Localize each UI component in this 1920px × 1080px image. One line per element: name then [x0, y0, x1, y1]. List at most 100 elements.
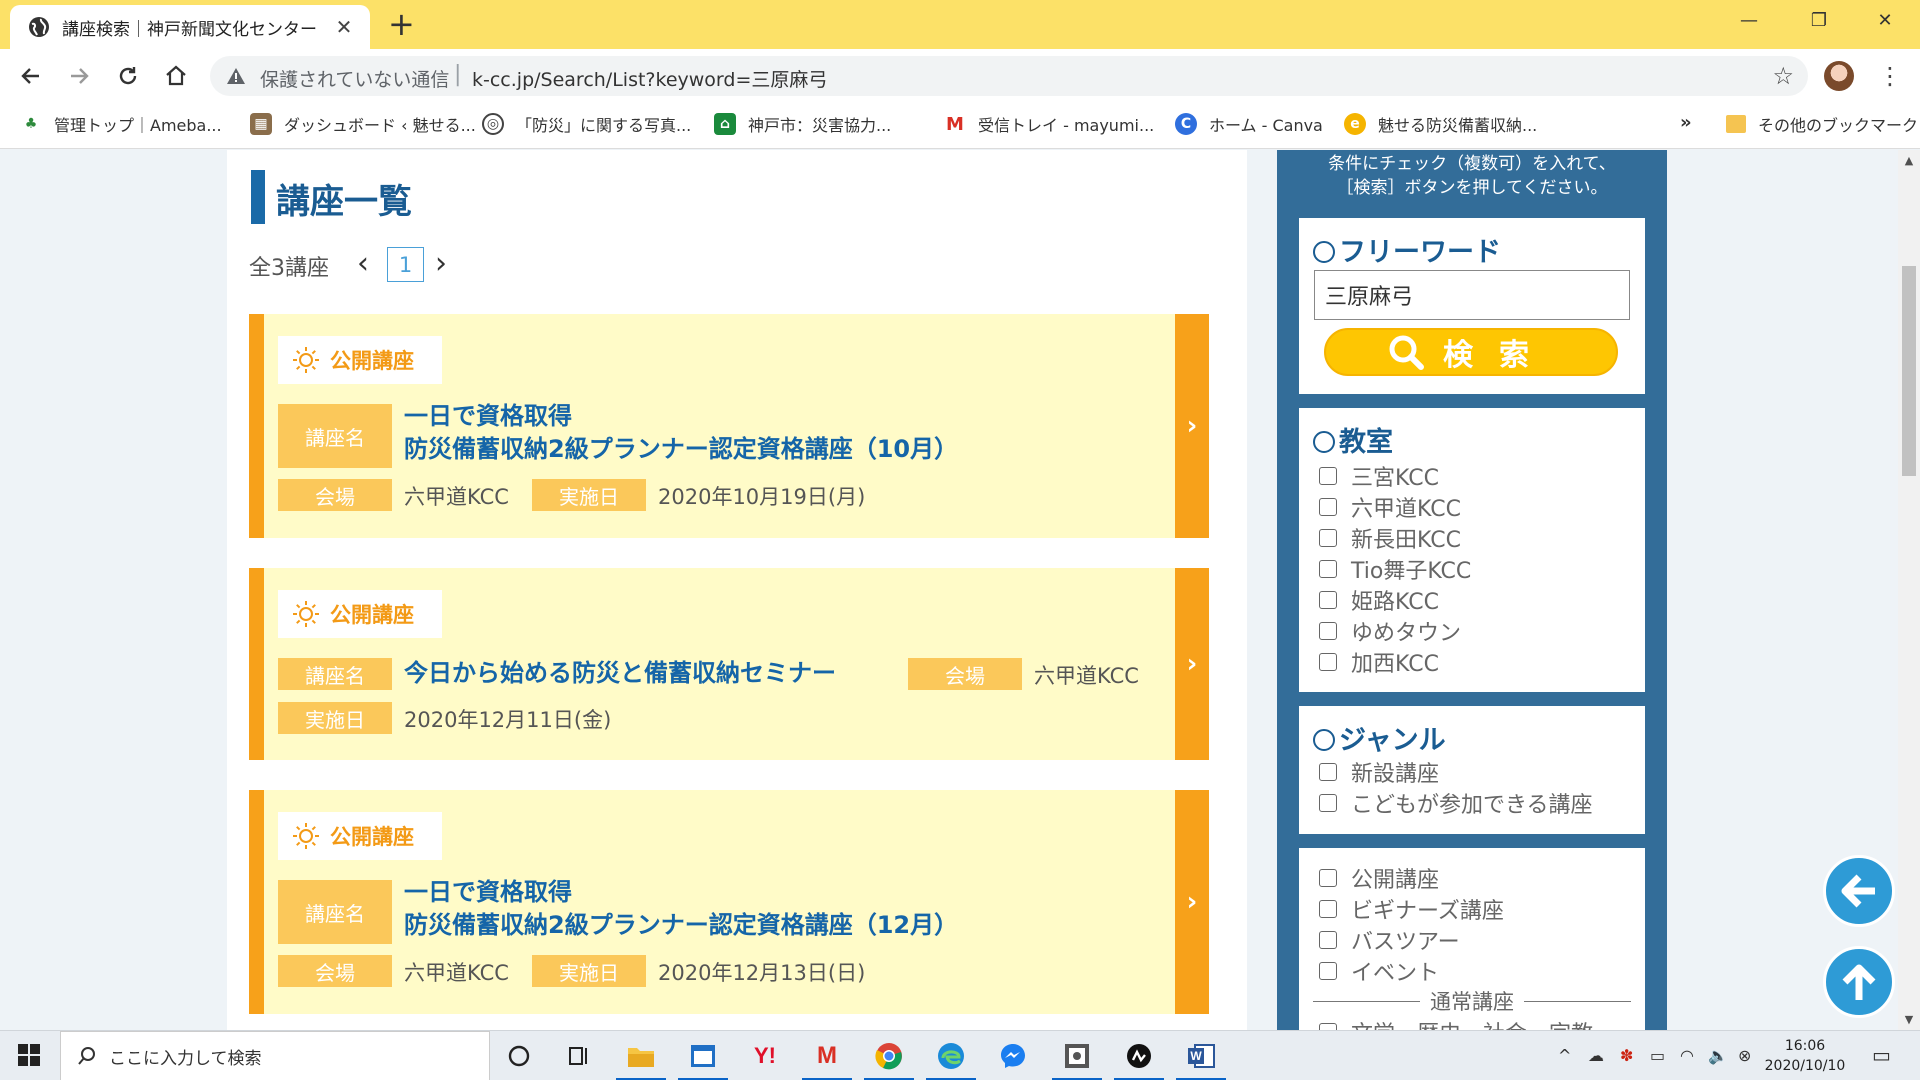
checkbox[interactable] — [1319, 560, 1337, 578]
windows-start-icon[interactable] — [18, 1044, 40, 1066]
profile-avatar[interactable] — [1824, 61, 1854, 91]
more-bookmarks-button[interactable]: » — [1680, 112, 1692, 133]
restore-button[interactable]: ❐ — [1786, 0, 1852, 40]
checkbox-event[interactable]: イベント — [1319, 955, 1439, 987]
course-title[interactable]: 一日で資格取得 防災備蓄収納2級プランナー認定資格講座（10月） — [404, 400, 958, 466]
speaker-icon[interactable]: 🔈 — [1708, 1046, 1728, 1065]
task-view-icon[interactable] — [562, 1039, 596, 1073]
address-bar[interactable]: 保護されていない通信 | k-cc.jp/Search/List?keyword… — [210, 56, 1808, 96]
course-card[interactable]: 公開講座 講座名 一日で資格取得 防災備蓄収納2級プランナー認定資格講座（12月… — [249, 790, 1209, 1014]
chevron-right-icon[interactable]: › — [1175, 790, 1209, 1014]
onedrive-icon[interactable]: ☁ — [1588, 1046, 1604, 1065]
snipping-tool-icon[interactable] — [1052, 1039, 1102, 1080]
checkbox-new-course[interactable]: 新設講座 — [1319, 756, 1439, 788]
bookmark-dashboard[interactable]: ▦ ダッシュボード ‹ 魅せる... — [250, 112, 476, 136]
course-title[interactable]: 今日から始める防災と備蓄収納セミナー — [404, 657, 836, 690]
edge-icon[interactable] — [926, 1039, 976, 1080]
checkbox[interactable] — [1319, 653, 1337, 671]
wifi-icon[interactable]: ◠ — [1680, 1046, 1694, 1065]
checkbox[interactable] — [1319, 763, 1337, 781]
browser-tab-active[interactable]: 講座検索｜神戸新聞文化センター ✕ — [10, 5, 370, 49]
word-icon[interactable]: W — [1176, 1039, 1226, 1080]
security-label[interactable]: 保護されていない通信 — [260, 65, 449, 92]
yahoo-icon[interactable]: Y! — [748, 1039, 782, 1073]
course-card[interactable]: 公開講座 講座名 今日から始める防災と備蓄収納セミナー 会場 六甲道KCC 実施… — [249, 568, 1209, 760]
reload-button[interactable] — [110, 59, 146, 93]
checkbox-kids-course[interactable]: こどもが参加できる講座 — [1319, 787, 1593, 819]
checkbox[interactable] — [1319, 962, 1337, 980]
freeword-input[interactable] — [1314, 270, 1630, 320]
scrollbar-thumb[interactable] — [1902, 266, 1916, 476]
tray-expand-icon[interactable]: ^ — [1558, 1046, 1571, 1065]
vertical-scrollbar[interactable]: ▲ ▼ — [1898, 150, 1920, 1030]
battery-icon[interactable]: ▭ — [1650, 1046, 1665, 1065]
back-float-button[interactable] — [1823, 855, 1895, 927]
app-window-icon[interactable] — [678, 1039, 728, 1080]
cortana-icon[interactable] — [502, 1039, 536, 1073]
notifications-icon[interactable]: ▭ — [1872, 1043, 1891, 1067]
bookmark-blog[interactable]: e 魅せる防災備蓄収納... — [1344, 112, 1537, 136]
forward-button[interactable] — [61, 59, 97, 93]
checkbox[interactable] — [1319, 869, 1337, 887]
checkbox[interactable] — [1319, 622, 1337, 640]
checkbox-literature-history[interactable]: 文学・歴史・社会・宗教 — [1319, 1016, 1593, 1030]
public-course-badge: 公開講座 — [278, 336, 442, 384]
course-title-line2: 防災備蓄収納2級プランナー認定資格講座（10月） — [404, 435, 959, 463]
bookmark-ameba[interactable]: ♣ 管理トップ｜Ameba... — [20, 112, 222, 136]
chrome-icon[interactable] — [864, 1039, 914, 1080]
taskbar-search-box[interactable]: ここに入力して検索 — [60, 1031, 490, 1080]
minimize-button[interactable]: — — [1716, 0, 1782, 40]
course-title[interactable]: 一日で資格取得 防災備蓄収納2級プランナー認定資格講座（12月） — [404, 876, 958, 942]
dropbox-icon[interactable]: ✽ — [1620, 1046, 1633, 1065]
checkbox[interactable] — [1319, 498, 1337, 516]
url-text[interactable]: k-cc.jp/Search/List?keyword=三原麻弓 — [472, 65, 827, 92]
checkbox-shinnagata[interactable]: 新長田KCC — [1319, 522, 1461, 554]
checkbox-youme-town[interactable]: ゆめタウン — [1319, 615, 1461, 647]
gmail-icon[interactable]: M — [802, 1039, 852, 1080]
bookmarks-bar: ♣ 管理トップ｜Ameba... ▦ ダッシュボード ‹ 魅せる... ◎ 「防… — [0, 103, 1920, 149]
file-explorer-icon[interactable] — [616, 1039, 666, 1080]
pager-prev-icon[interactable]: ‹ — [357, 246, 369, 281]
scroll-up-icon[interactable]: ▲ — [1898, 154, 1920, 167]
search-button[interactable]: 検索 — [1324, 328, 1618, 376]
pager-next-icon[interactable]: › — [435, 246, 447, 281]
messenger-icon[interactable] — [996, 1039, 1030, 1073]
tab-close-icon[interactable]: ✕ — [332, 15, 356, 39]
checkbox[interactable] — [1319, 591, 1337, 609]
chevron-right-icon[interactable]: › — [1175, 568, 1209, 760]
browser-menu-icon[interactable]: ⋮ — [1878, 59, 1902, 93]
checkbox[interactable] — [1319, 529, 1337, 547]
checkbox-bus-tour[interactable]: バスツアー — [1319, 924, 1460, 956]
other-bookmarks-folder[interactable]: その他のブックマーク — [1726, 112, 1918, 136]
checkbox[interactable] — [1319, 794, 1337, 812]
checkbox[interactable] — [1319, 467, 1337, 485]
chevron-right-icon[interactable]: › — [1175, 314, 1209, 538]
checkbox-sannomiya[interactable]: 三宮KCC — [1319, 460, 1439, 492]
bookmark-kobe-city[interactable]: ⌂ 神戸市：災害協力... — [714, 112, 891, 136]
checkbox[interactable] — [1319, 931, 1337, 949]
arrow-left-icon — [1841, 874, 1875, 908]
ime-icon[interactable]: ⊗ — [1738, 1046, 1751, 1065]
scroll-down-icon[interactable]: ▼ — [1898, 1013, 1920, 1026]
bookmark-bousai-photo[interactable]: ◎ 「防災」に関する写真... — [482, 112, 691, 136]
system-clock[interactable]: 16:06 2020/10/10 — [1760, 1036, 1850, 1076]
close-window-button[interactable]: ✕ — [1852, 0, 1918, 40]
checkbox-himeji[interactable]: 姫路KCC — [1319, 584, 1439, 616]
checkbox-kasai[interactable]: 加西KCC — [1319, 646, 1439, 678]
checkbox-public-course[interactable]: 公開講座 — [1319, 862, 1439, 894]
course-card[interactable]: 公開講座 講座名 一日で資格取得 防災備蓄収納2級プランナー認定資格講座（10月… — [249, 314, 1209, 538]
checkbox-beginners[interactable]: ビギナーズ講座 — [1319, 893, 1504, 925]
app-black-icon[interactable] — [1114, 1039, 1164, 1080]
bookmark-star-icon[interactable]: ☆ — [1772, 62, 1794, 90]
checkbox[interactable] — [1319, 900, 1337, 918]
bookmark-canva[interactable]: C ホーム - Canva — [1175, 112, 1323, 136]
pager-current-page[interactable]: 1 — [387, 247, 424, 282]
scroll-top-button[interactable] — [1823, 946, 1895, 1018]
checkbox[interactable] — [1319, 1023, 1337, 1030]
checkbox-tio-maiko[interactable]: Tio舞子KCC — [1319, 553, 1471, 585]
back-button[interactable] — [13, 59, 49, 93]
new-tab-button[interactable]: + — [388, 8, 415, 40]
bookmark-gmail[interactable]: M 受信トレイ - mayumi... — [944, 112, 1154, 136]
home-button[interactable] — [158, 59, 194, 93]
checkbox-rokkomichi[interactable]: 六甲道KCC — [1319, 491, 1461, 523]
